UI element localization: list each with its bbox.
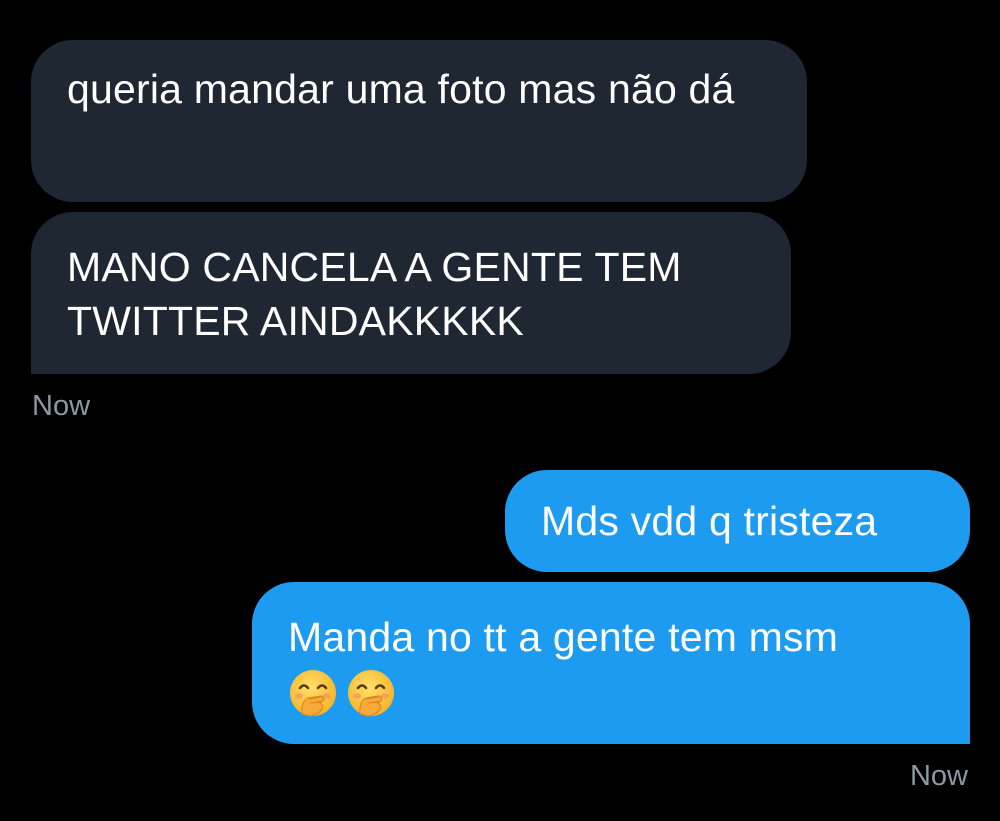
message-text: MANO CANCELA A GENTE TEM TWITTER AINDAKK… [67,244,682,344]
sent-message[interactable]: Manda no tt a gente tem msm [252,582,970,744]
received-message[interactable]: MANO CANCELA A GENTE TEM TWITTER AINDAKK… [31,212,791,374]
message-text: queria mandar uma foto mas não dá [67,66,735,112]
dm-conversation: queria mandar uma foto mas não dá MANO C… [0,0,1000,821]
message-text: Mds vdd q tristeza [541,498,878,544]
received-timestamp: Now [32,390,91,422]
message-text: Manda no tt a gente tem msm [288,614,839,660]
emoji-row [288,668,934,718]
received-message[interactable]: queria mandar uma foto mas não dá [31,40,807,202]
face-with-hand-over-mouth-icon [348,670,394,717]
sent-timestamp: Now [909,760,968,792]
face-with-hand-over-mouth-icon [290,670,336,717]
sent-message[interactable]: Mds vdd q tristeza [505,470,970,572]
